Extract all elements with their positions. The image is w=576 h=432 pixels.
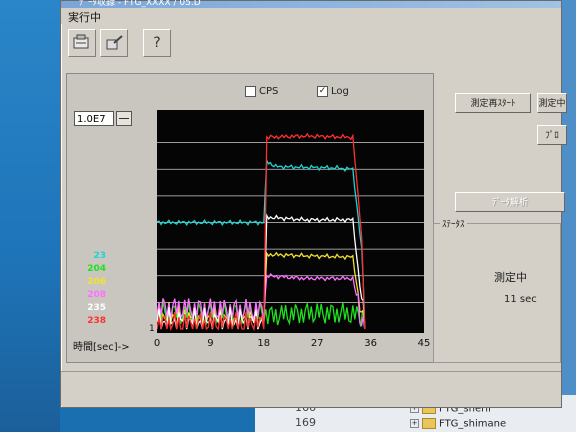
cps-checkbox-box[interactable] — [245, 86, 256, 97]
title-bar[interactable]: ﾃﾞｰﾀ収録 - FTG_XXXX / 05.D — [61, 0, 561, 8]
scale-spinner[interactable] — [116, 111, 132, 126]
x-tick-label: 36 — [364, 338, 377, 349]
data-analysis-label: ﾃﾞｰﾀ解析 — [491, 198, 528, 208]
window-title: ﾃﾞｰﾀ収録 - FTG_XXXX / 05.D — [79, 0, 201, 8]
status-menu-label: 実行中 — [68, 11, 101, 24]
measuring-button[interactable]: 測定中 — [537, 93, 567, 113]
x-tick-label: 45 — [417, 338, 431, 349]
folder-label: FTG_shimane — [439, 418, 507, 430]
log-checkbox-box[interactable]: ✓ — [317, 86, 328, 97]
toolbar: ? — [61, 25, 561, 61]
measuring-label: 測定中 — [538, 99, 566, 109]
plot-area — [157, 110, 424, 333]
tool-button[interactable] — [100, 29, 128, 57]
chart-panel: CPS ✓ Log 1.0E7 23 204 206 208 235 238 1 時間[s… — [66, 73, 434, 363]
legend-item: 208 — [87, 290, 106, 300]
cps-checkbox[interactable]: CPS — [245, 86, 278, 97]
menu-bar: 実行中 — [61, 8, 561, 24]
elapsed-time: 11 sec — [504, 294, 537, 305]
cps-label: CPS — [259, 86, 279, 97]
legend: 23 204 206 208 235 238 — [82, 250, 106, 328]
legend-item: 235 — [87, 303, 106, 313]
desktop-background — [0, 0, 60, 432]
x-tick-label: 27 — [310, 338, 324, 349]
legend-item: 238 — [87, 316, 106, 326]
data-analysis-button[interactable]: ﾃﾞｰﾀ解析 — [455, 192, 565, 212]
measurement-window: ﾃﾞｰﾀ収録 - FTG_XXXX / 05.D 実行中 ? CPS ✓ Log… — [60, 0, 567, 408]
y-min-tick-label: 1 — [149, 324, 155, 334]
plot-svg — [157, 132, 424, 332]
x-tick-label: 0 — [153, 338, 161, 349]
x-tick-label: 18 — [257, 338, 271, 349]
x-axis-ticks: 0 9 18 27 36 45 — [153, 338, 431, 352]
record-settings-button[interactable] — [68, 29, 96, 57]
folder-item[interactable]: + FTG_shimane — [410, 418, 506, 430]
scale-input[interactable]: 1.0E7 — [74, 111, 114, 126]
help-icon: ? — [153, 35, 161, 51]
expand-icon[interactable]: + — [410, 419, 419, 428]
legend-item: 204 — [87, 264, 106, 274]
row-number: 169 — [295, 416, 316, 429]
legend-item: 206 — [87, 277, 106, 287]
legend-item: 23 — [93, 251, 106, 261]
x-axis-label: 時間[sec]-> — [73, 342, 130, 353]
window-status-bar — [61, 371, 561, 406]
status-state: 測定中 — [494, 271, 527, 284]
log-label: Log — [331, 86, 349, 97]
help-button[interactable]: ? — [143, 29, 171, 57]
log-checkbox[interactable]: ✓ Log — [317, 86, 349, 97]
status-group: ｽﾃｰﾀｽ 測定中 11 sec — [433, 217, 561, 363]
restart-measurement-button[interactable]: 測定再ｽﾀｰﾄ — [455, 93, 531, 113]
x-tick-label: 9 — [207, 338, 214, 349]
restart-label: 測定再ｽﾀｰﾄ — [470, 99, 516, 109]
status-caption: ｽﾃｰﾀｽ — [440, 217, 467, 230]
tool-icon — [106, 35, 123, 50]
record-settings-icon — [73, 34, 89, 49]
folder-icon — [422, 418, 436, 429]
profile-label: ﾌﾟﾛ — [545, 131, 559, 141]
profile-button[interactable]: ﾌﾟﾛ — [537, 125, 567, 145]
